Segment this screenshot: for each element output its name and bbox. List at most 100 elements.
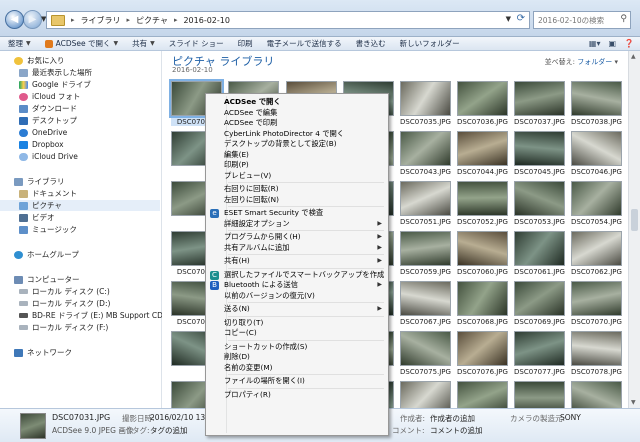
photo-thumbnail[interactable]: DSC07036.JPG <box>457 81 508 126</box>
context-menu-item[interactable]: 以前のバージョンの復元(V) <box>224 291 384 301</box>
sidebar-item-videos[interactable]: ビデオ <box>19 212 179 223</box>
sidebar-computer-header[interactable]: コンピューター <box>14 274 174 285</box>
sidebar-item-drive-d[interactable]: ローカル ディスク (D:) <box>19 298 179 309</box>
sidebar-item-onedrive[interactable]: OneDrive <box>19 127 179 138</box>
help-icon[interactable]: ❓ <box>624 39 634 48</box>
sidebar-item-drive-c[interactable]: ローカル ディスク (C:) <box>19 286 179 297</box>
context-menu-item[interactable]: 送る(N) ▶ <box>224 304 384 314</box>
photo-thumbnail[interactable]: DSC07060.JPG <box>457 231 508 276</box>
sidebar-network[interactable]: ネットワーク <box>14 347 174 358</box>
sidebar-item-music[interactable]: ミュージック <box>19 224 179 235</box>
sidebar-item-documents[interactable]: ドキュメント <box>19 188 179 199</box>
context-menu-item[interactable]: 詳細設定オプション ▶ <box>224 219 384 229</box>
photo-thumbnail[interactable]: DSC07062.JPG <box>571 231 622 276</box>
photo-thumbnail[interactable]: DSC07061.JPG <box>514 231 565 276</box>
context-menu-item[interactable]: プレビュー(V) <box>224 171 384 181</box>
context-menu-item[interactable]: ESET Smart Security で検査 <box>224 208 384 218</box>
sidebar-libraries-header[interactable]: ライブラリ <box>14 176 174 187</box>
context-menu-item[interactable]: 共有アルバムに追加 ▶ <box>224 243 384 253</box>
sidebar-item-google-drive[interactable]: Google ドライブ <box>19 79 179 90</box>
organize-button[interactable]: 整理 ▼ <box>8 38 31 49</box>
context-menu-item[interactable]: 名前の変更(M) <box>224 363 384 373</box>
photo-thumbnail[interactable] <box>514 381 565 408</box>
view-options-icon[interactable]: ▦▾ <box>589 39 601 48</box>
photo-thumbnail[interactable]: DSC07070.JPG <box>571 281 622 326</box>
arrange-by-control[interactable]: 並べ替え: フォルダー ▾ <box>545 57 618 67</box>
new-folder-button[interactable]: 新しいフォルダー <box>400 38 460 49</box>
sidebar-homegroup[interactable]: ホームグループ <box>14 249 174 260</box>
acdsee-open-button[interactable]: ACDSee で開く ▼ <box>44 38 118 49</box>
breadcrumb-pictures[interactable]: ピクチャ <box>136 15 168 26</box>
refresh-icon[interactable]: ⟳ <box>517 13 525 24</box>
author-value[interactable]: 作成者の追加 <box>430 413 475 424</box>
preview-pane-icon[interactable]: ▣ <box>608 39 616 48</box>
sidebar-item-downloads[interactable]: ダウンロード <box>19 103 179 114</box>
vertical-scrollbar[interactable]: ▲ ▼ <box>628 51 640 408</box>
photo-thumbnail[interactable]: DSC07059.JPG <box>400 231 451 276</box>
arrange-value[interactable]: フォルダー <box>577 58 612 66</box>
sidebar-item-dropbox[interactable]: Dropbox <box>19 139 179 150</box>
scroll-up-icon[interactable]: ▲ <box>631 53 636 60</box>
photo-thumbnail[interactable]: DSC07069.JPG <box>514 281 565 326</box>
photo-thumbnail[interactable] <box>457 381 508 408</box>
search-icon[interactable]: ⚲ <box>620 14 627 24</box>
scrollbar-thumb[interactable] <box>631 209 638 231</box>
sidebar-favorites-header[interactable]: お気に入り <box>14 55 174 66</box>
photo-thumbnail[interactable]: DSC07043.JPG <box>400 131 451 176</box>
photo-thumbnail[interactable]: DSC07037.JPG <box>514 81 565 126</box>
photo-thumbnail[interactable]: DSC07067.JPG <box>400 281 451 326</box>
back-button[interactable]: ◀ <box>5 10 24 29</box>
forward-button[interactable]: ▶ <box>23 10 42 29</box>
context-menu-item[interactable]: ACDSee で印刷 <box>224 118 384 128</box>
photo-thumbnail[interactable]: DSC07046.JPG <box>571 131 622 176</box>
tags-value[interactable]: タグの追加 <box>150 425 188 436</box>
address-bar[interactable]: ▸ ライブラリ ▸ ピクチャ ▸ 2016-02-10 ▼ ⟳ <box>46 11 530 29</box>
photo-thumbnail[interactable]: DSC07076.JPG <box>457 331 508 376</box>
context-menu-item[interactable]: 共有(H) ▶ <box>224 256 384 266</box>
context-menu-item[interactable]: デスクトップの背景として設定(B) <box>224 139 384 149</box>
photo-thumbnail[interactable]: DSC07038.JPG <box>571 81 622 126</box>
sidebar-item-drive-e[interactable]: BD-RE ドライブ (E:) MB Support CD <box>19 310 179 321</box>
photo-thumbnail[interactable]: DSC07035.JPG <box>400 81 451 126</box>
photo-thumbnail[interactable]: DSC07078.JPG <box>571 331 622 376</box>
context-menu-item[interactable]: プロパティ(R) <box>224 390 384 400</box>
sidebar-item-icloud-photos[interactable]: iCloud フォト <box>19 91 179 102</box>
photo-thumbnail[interactable] <box>400 381 451 408</box>
photo-thumbnail[interactable] <box>571 381 622 408</box>
comment-value[interactable]: コメントの追加 <box>430 425 483 436</box>
email-button[interactable]: 電子メールで送信する <box>267 38 342 49</box>
photo-thumbnail[interactable]: DSC07075.JPG <box>400 331 451 376</box>
photo-thumbnail[interactable]: DSC07053.JPG <box>514 181 565 226</box>
context-menu-item[interactable]: 右回りに回転(R) <box>224 184 384 194</box>
context-menu-item[interactable]: ショートカットの作成(S) <box>224 342 384 352</box>
photo-thumbnail[interactable]: DSC07052.JPG <box>457 181 508 226</box>
context-menu-item[interactable]: 切り取り(T) <box>224 318 384 328</box>
print-button[interactable]: 印刷 <box>238 38 253 49</box>
burn-button[interactable]: 書き込む <box>356 38 386 49</box>
sidebar-item-icloud-drive[interactable]: iCloud Drive <box>19 151 179 162</box>
scroll-down-icon[interactable]: ▼ <box>631 399 636 406</box>
sidebar-item-recent[interactable]: 最近表示した場所 <box>19 67 179 78</box>
context-menu-item[interactable]: 選択したファイルでスマートバックアップを作成 <box>224 270 384 280</box>
photo-thumbnail[interactable]: DSC07068.JPG <box>457 281 508 326</box>
context-menu-item[interactable]: ファイルの場所を開く(I) <box>224 376 384 386</box>
photo-thumbnail[interactable]: DSC07054.JPG <box>571 181 622 226</box>
breadcrumb-library[interactable]: ライブラリ <box>81 15 121 26</box>
photo-thumbnail[interactable]: DSC07045.JPG <box>514 131 565 176</box>
context-menu-item[interactable]: コピー(C) <box>224 328 384 338</box>
share-button[interactable]: 共有 ▼ <box>132 38 155 49</box>
context-menu-item[interactable]: Bluetooth による送信 ▶ <box>224 280 384 290</box>
photo-thumbnail[interactable]: DSC07044.JPG <box>457 131 508 176</box>
context-menu-item[interactable]: 削除(D) <box>224 352 384 362</box>
sidebar-item-drive-f[interactable]: ローカル ディスク (F:) <box>19 322 179 333</box>
search-input[interactable]: 2016-02-10の検索 ⚲ <box>533 11 631 29</box>
camera-value[interactable]: SONY <box>560 413 581 422</box>
context-menu-item[interactable]: ACDSee で編集 <box>224 108 384 118</box>
slideshow-button[interactable]: スライド ショー <box>169 38 224 49</box>
breadcrumb-folder[interactable]: 2016-02-10 <box>183 16 230 25</box>
context-menu-item[interactable]: ACDSee で開く <box>224 97 384 107</box>
context-menu-item[interactable]: プログラムから開く(H) ▶ <box>224 232 384 242</box>
context-menu-item[interactable]: 印刷(P) <box>224 160 384 170</box>
sidebar-item-pictures[interactable]: ピクチャ <box>0 200 160 211</box>
address-dropdown-icon[interactable]: ▼ <box>506 15 511 23</box>
